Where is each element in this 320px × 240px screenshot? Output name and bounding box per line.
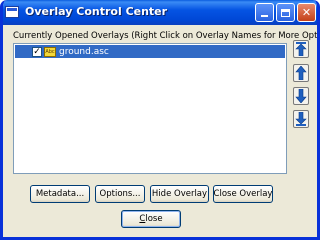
- maximize-icon: [281, 8, 290, 17]
- close-overlay-button[interactable]: Close Overlay: [213, 185, 273, 203]
- options-button[interactable]: Options...: [95, 185, 145, 203]
- overlay-control-center-window: Overlay Control Center ✕ Currently Opene…: [0, 0, 320, 240]
- title-bar[interactable]: Overlay Control Center ✕: [3, 0, 317, 25]
- window-title: Overlay Control Center: [25, 5, 168, 18]
- move-up-icon: [295, 66, 307, 80]
- overlay-visibility-checkbox[interactable]: ✓: [32, 46, 42, 57]
- close-icon: ✕: [301, 6, 312, 19]
- overlay-list[interactable]: ✓ Abc ground.asc: [13, 43, 287, 174]
- minimize-icon: [261, 15, 268, 17]
- move-up-button[interactable]: [293, 64, 309, 82]
- move-down-icon: [295, 89, 307, 103]
- move-down-button[interactable]: [293, 87, 309, 105]
- move-to-top-button[interactable]: [293, 40, 309, 58]
- close-window-button[interactable]: ✕: [297, 3, 316, 22]
- maximize-button[interactable]: [276, 3, 295, 22]
- overlay-layer-icon: Abc: [44, 46, 56, 57]
- overlays-caption: Currently Opened Overlays (Right Click o…: [13, 31, 320, 41]
- window-icon[interactable]: [5, 6, 19, 18]
- metadata-button[interactable]: Metadata...: [30, 185, 90, 203]
- move-to-bottom-icon: [295, 112, 307, 126]
- move-to-top-icon: [295, 42, 307, 56]
- minimize-button[interactable]: [255, 3, 274, 22]
- close-button-label: lose: [145, 214, 163, 224]
- overlay-list-item[interactable]: ✓ Abc ground.asc: [15, 45, 285, 58]
- close-button[interactable]: Close: [121, 210, 181, 228]
- move-to-bottom-button[interactable]: [293, 110, 309, 128]
- hide-overlay-button[interactable]: Hide Overlay: [150, 185, 209, 203]
- overlay-name[interactable]: ground.asc: [59, 47, 109, 57]
